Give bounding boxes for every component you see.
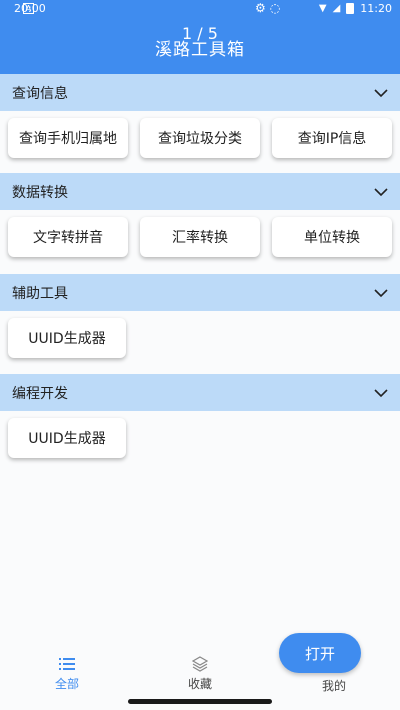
notification-a-icon: A (23, 3, 34, 14)
status-sync-icons: ⚙◌ (255, 1, 285, 15)
signal-icon: ◢ (332, 3, 341, 14)
bottom-nav: 全部 收藏 我的 (0, 655, 400, 695)
list-icon (37, 655, 97, 673)
nav-all[interactable]: 全部 (37, 655, 97, 692)
query-ip-info-button[interactable]: 查询IP信息 (272, 118, 392, 158)
battery-icon (346, 3, 355, 14)
section-title: 辅助工具 (12, 285, 68, 302)
nav-mine-label: 我的 (321, 679, 346, 693)
query-phone-location-button[interactable]: 查询手机归属地 (8, 118, 128, 158)
section-header-query-info[interactable]: 查询信息 (0, 74, 400, 111)
nav-favorites-label: 收藏 (187, 677, 212, 691)
wifi-icon: ▼ (318, 3, 327, 14)
section-header-programming[interactable]: 编程开发 (0, 374, 400, 411)
status-time-right: 11:20 (360, 2, 392, 15)
unit-conversion-button[interactable]: 单位转换 (272, 217, 392, 257)
app-title: 溪路工具箱 (155, 40, 245, 60)
section-title: 数据转换 (12, 184, 68, 201)
chevron-down-icon[interactable] (374, 286, 388, 300)
nav-mine[interactable]: 我的 (304, 675, 364, 694)
uuid-generator-button[interactable]: UUID生成器 (8, 318, 126, 358)
query-garbage-sorting-button[interactable]: 查询垃圾分类 (140, 118, 260, 158)
app-header: 1 / 5 溪路工具箱 (0, 18, 400, 74)
currency-conversion-button[interactable]: 汇率转换 (140, 217, 260, 257)
status-right: ▼ ◢ 11:20 (319, 2, 392, 15)
section-header-data-conversion[interactable]: 数据转换 (0, 173, 400, 210)
section-title: 编程开发 (12, 385, 68, 402)
uuid-generator-button[interactable]: UUID生成器 (8, 418, 126, 458)
section-header-aux-tools[interactable]: 辅助工具 (0, 274, 400, 311)
text-to-pinyin-button[interactable]: 文字转拼音 (8, 217, 128, 257)
status-bar: 20:00 A ⚙◌ ▼ ◢ 11:20 (0, 0, 400, 18)
section-title: 查询信息 (12, 85, 68, 102)
chevron-down-icon[interactable] (374, 185, 388, 199)
home-indicator (128, 699, 272, 704)
layers-icon (170, 655, 230, 673)
nav-all-label: 全部 (54, 677, 79, 691)
chevron-down-icon[interactable] (374, 386, 388, 400)
nav-favorites[interactable]: 收藏 (170, 655, 230, 692)
chevron-down-icon[interactable] (374, 86, 388, 100)
